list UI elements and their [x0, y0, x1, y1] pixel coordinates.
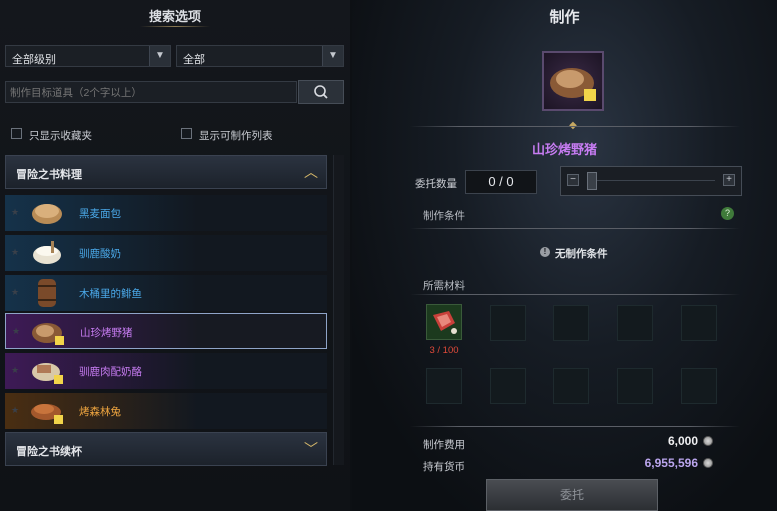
search-input[interactable] [6, 82, 300, 104]
barrel-icon [38, 279, 56, 307]
item-name: 山珍烤野猪 [80, 327, 133, 339]
favorites-checkbox[interactable] [11, 128, 22, 139]
material-slot-filled[interactable] [426, 304, 462, 340]
star-icon: ★ [11, 247, 20, 257]
grade-select[interactable]: 全部级别 ▼ [5, 45, 171, 67]
divider [410, 294, 740, 295]
material-slot-empty [617, 305, 653, 341]
craft-title: 制作 [549, 9, 580, 26]
category-label: 冒险之书续杯 [16, 446, 82, 458]
material-slot-empty [553, 368, 589, 404]
help-icon[interactable]: ? [721, 207, 734, 220]
search-button[interactable] [298, 80, 344, 104]
list-item[interactable]: ★ 木桶里的鲱鱼 [5, 275, 327, 311]
type-select-value: 全部 [183, 54, 205, 66]
item-name: 驯鹿酸奶 [79, 248, 121, 260]
silver-coin-icon [703, 436, 713, 446]
item-name: 烤森林兔 [79, 406, 121, 418]
list-scrollbar[interactable] [333, 155, 344, 465]
chevron-down-icon: ▼ [322, 46, 343, 66]
slider-handle[interactable] [587, 172, 597, 190]
list-item[interactable]: ★ 驯鹿肉配奶酪 [5, 353, 327, 389]
ornament-icon: ◆ [560, 120, 586, 131]
owned-currency-value: 6,955,596 [644, 456, 698, 470]
search-options-title: 搜索选项 [148, 9, 201, 24]
quantity-slider[interactable]: − + [560, 166, 742, 196]
list-item-selected[interactable]: ★ 山珍烤野猪 [5, 313, 327, 349]
owned-currency-label: 持有货币 [423, 461, 465, 473]
list-item[interactable]: ★ 烤森林兔 [5, 393, 327, 429]
divider [410, 228, 740, 229]
roast-rabbit-icon [31, 404, 63, 424]
divider [410, 126, 740, 127]
raw-meat-icon [433, 311, 457, 334]
list-item[interactable]: ★ 黑麦面包 [5, 195, 327, 231]
meat-cheese-icon [32, 363, 63, 384]
minus-icon[interactable]: − [567, 174, 579, 186]
craft-cost-value: 6,000 [667, 434, 698, 448]
category-cooking-expanded[interactable]: 冒险之书料理 ︿ [5, 155, 327, 189]
materials-label: 所需材料 [423, 280, 465, 292]
category-refill-collapsed[interactable]: 冒险之书续杯 ﹀ [5, 432, 327, 466]
material-slot-empty [490, 368, 526, 404]
type-select[interactable]: 全部 ▼ [176, 45, 344, 67]
material-count: 3 / 100 [429, 345, 459, 356]
item-name: 黑麦面包 [79, 208, 121, 220]
craft-cost-label: 制作费用 [423, 439, 465, 451]
roast-boar-icon [550, 68, 596, 101]
grade-select-value: 全部级别 [12, 54, 56, 66]
craftable-checkbox-label: 显示可制作列表 [199, 130, 273, 142]
no-conditions-text: 无制作条件 [555, 248, 608, 260]
material-slot-empty [490, 305, 526, 341]
title-divider [140, 26, 210, 27]
material-slot-empty [617, 368, 653, 404]
chevron-down-icon: ▼ [149, 46, 170, 66]
list-item[interactable]: ★ 驯鹿酸奶 [5, 235, 327, 271]
crafted-item-icon-frame [542, 51, 604, 111]
divider [410, 426, 740, 427]
conditions-label: 制作条件 [423, 210, 465, 222]
material-slot-empty [426, 368, 462, 404]
item-name: 驯鹿肉配奶酪 [79, 366, 142, 378]
search-input-box [5, 81, 300, 104]
quantity-field[interactable]: 0 / 0 [465, 170, 537, 194]
slider-track [597, 180, 715, 181]
material-slot-empty [681, 305, 717, 341]
info-icon: ! [540, 247, 550, 257]
chevron-down-icon: ﹀ [304, 441, 318, 457]
quantity-label: 委托数量 [415, 178, 457, 190]
bread-icon [32, 204, 62, 224]
favorites-checkbox-label: 只显示收藏夹 [29, 130, 92, 142]
item-name: 木桶里的鲱鱼 [79, 288, 142, 300]
yogurt-bowl-icon [33, 241, 61, 264]
commission-button[interactable]: 委托 [486, 479, 658, 511]
star-icon: ★ [12, 326, 21, 336]
search-icon [314, 85, 328, 99]
star-icon: ★ [11, 365, 20, 375]
material-slot-empty [553, 305, 589, 341]
material-slot-empty [681, 368, 717, 404]
category-label: 冒险之书料理 [16, 169, 82, 181]
plus-icon[interactable]: + [723, 174, 735, 186]
crafted-item-name: 山珍烤野猪 [531, 142, 597, 157]
chevron-up-icon: ︿ [304, 164, 318, 180]
roast-boar-icon [32, 323, 64, 345]
craftable-checkbox[interactable] [181, 128, 192, 139]
silver-coin-icon [703, 458, 713, 468]
star-icon: ★ [11, 287, 20, 297]
star-icon: ★ [11, 405, 20, 415]
star-icon: ★ [11, 207, 20, 217]
